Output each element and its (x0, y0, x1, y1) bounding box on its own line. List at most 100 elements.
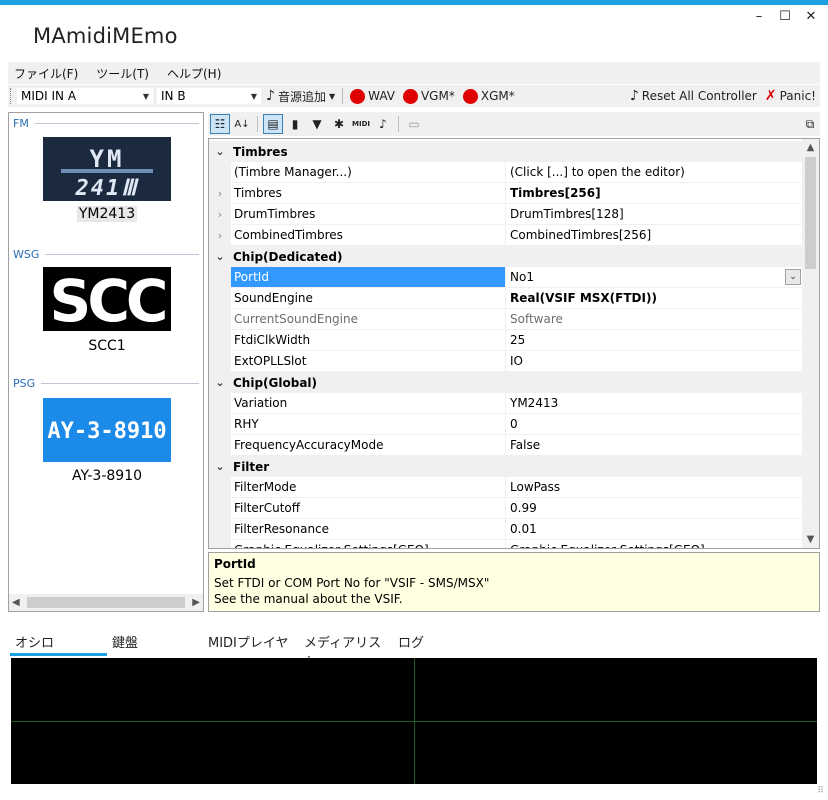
property-name[interactable]: FrequencyAccuracyMode (231, 435, 506, 456)
property-name[interactable]: CurrentSoundEngine (231, 309, 506, 330)
property-value[interactable]: Graphic Equalizer Settings[GEQ] (506, 540, 803, 548)
record-vgm-button[interactable]: VGM* (399, 86, 459, 106)
property-value[interactable]: Software (506, 309, 803, 330)
expand-icon[interactable]: › (209, 183, 231, 204)
property-row[interactable]: SoundEngine Real(VSIF MSX(FTDI)) (209, 288, 803, 309)
property-name[interactable]: ExtOPLLSlot (231, 351, 506, 372)
alphabetical-button[interactable]: A↓ (232, 114, 252, 134)
collapse-icon[interactable]: ⌄ (209, 246, 231, 267)
chevron-down-icon[interactable]: ⌄ (785, 269, 801, 285)
tab-log[interactable]: ログ (393, 628, 453, 656)
property-row[interactable]: FtdiClkWidth 25 (209, 330, 803, 351)
menu-tools[interactable]: ツール(T) (96, 65, 149, 82)
property-name[interactable]: FilterMode (231, 477, 506, 498)
scroll-down-icon[interactable]: ▼ (802, 531, 819, 548)
scroll-thumb[interactable] (805, 157, 816, 269)
property-name[interactable]: PortId (231, 267, 506, 288)
property-value[interactable]: 0.99 (506, 498, 803, 519)
property-name[interactable]: Graphic Equalizer Settings[GEQ] (231, 540, 506, 548)
toolbar-grip[interactable] (10, 88, 13, 104)
midi-in-b-select[interactable]: IN B ▼ (156, 87, 262, 105)
reset-all-controller-button[interactable]: ♪ Reset All Controller (626, 86, 761, 106)
expand-icon[interactable]: › (209, 540, 231, 548)
scroll-right-icon[interactable]: ▶ (192, 597, 200, 608)
record-xgm-button[interactable]: XGM* (459, 86, 519, 106)
property-name[interactable]: FilterResonance (231, 519, 506, 540)
midi-button[interactable]: MIDI (351, 114, 371, 134)
property-row[interactable]: CurrentSoundEngine Software (209, 309, 803, 330)
minimize-button[interactable]: – (748, 8, 770, 24)
property-grid-vscrollbar[interactable]: ▲ ▼ (802, 139, 819, 548)
property-value[interactable]: (Click [...] to open the editor) (506, 162, 803, 183)
scroll-left-icon[interactable]: ◀ (12, 597, 20, 608)
property-value[interactable]: IO (506, 351, 803, 372)
filter-button[interactable]: ▼ (307, 114, 327, 134)
property-name[interactable]: DrumTimbres (231, 204, 506, 225)
property-value[interactable]: YM2413 (506, 393, 803, 414)
property-name[interactable]: FilterCutoff (231, 498, 506, 519)
property-row[interactable]: FilterCutoff 0.99 (209, 498, 803, 519)
categorized-button[interactable]: ☷ (210, 114, 230, 134)
property-value[interactable]: Real(VSIF MSX(FTDI)) (506, 288, 803, 309)
property-row[interactable]: RHY 0 (209, 414, 803, 435)
tab-midi-player[interactable]: MIDIプレイヤー (203, 628, 299, 670)
category-row[interactable]: ⌄ Timbres (209, 141, 803, 162)
property-row[interactable]: › CombinedTimbres CombinedTimbres[256] (209, 225, 803, 246)
note-button[interactable]: ♪ (373, 114, 393, 134)
scroll-thumb[interactable] (27, 597, 185, 608)
settings-button[interactable]: ✱ (329, 114, 349, 134)
tab-media-list[interactable]: メディアリスト (299, 628, 393, 670)
collapse-icon[interactable]: ⌄ (209, 456, 231, 477)
collapse-icon[interactable]: ⌄ (209, 141, 231, 162)
property-value[interactable]: LowPass (506, 477, 803, 498)
expand-icon[interactable]: › (209, 225, 231, 246)
category-row[interactable]: ⌄ Chip(Global) (209, 372, 803, 393)
close-button[interactable]: ✕ (800, 8, 822, 24)
chip-label-ay38910[interactable]: AY-3-8910 (9, 468, 203, 484)
chip-ym2413-logo[interactable]: YM 241Ⅲ (43, 137, 171, 201)
property-row[interactable]: ›Graphic Equalizer Settings[GEQ]Graphic … (209, 540, 803, 548)
property-name[interactable]: SoundEngine (231, 288, 506, 309)
tab-oscilloscope[interactable]: オシロ (10, 628, 107, 656)
property-name[interactable]: Variation (231, 393, 506, 414)
midi-in-a-select[interactable]: MIDI IN A ▼ (16, 87, 154, 105)
device-button[interactable]: ▮ (285, 114, 305, 134)
property-name[interactable]: Timbres (231, 183, 506, 204)
pages-button[interactable]: ▭ (404, 114, 424, 134)
property-row[interactable]: FrequencyAccuracyMode False (209, 435, 803, 456)
category-row[interactable]: ⌄ Chip(Dedicated) (209, 246, 803, 267)
property-row[interactable]: ExtOPLLSlot IO (209, 351, 803, 372)
menu-help[interactable]: ヘルプ(H) (167, 65, 221, 82)
properties-button[interactable]: ▤ (263, 114, 283, 134)
property-value[interactable]: No1 ⌄ (506, 267, 803, 288)
property-value[interactable]: 0 (506, 414, 803, 435)
scroll-up-icon[interactable]: ▲ (802, 139, 819, 156)
chip-ay38910-logo[interactable]: AY-3-8910 (43, 398, 171, 462)
category-row[interactable]: ⌄ Filter (209, 456, 803, 477)
chip-scc-logo[interactable]: SCC (43, 267, 171, 331)
property-value[interactable]: CombinedTimbres[256] (506, 225, 803, 246)
property-row[interactable]: › DrumTimbres DrumTimbres[128] (209, 204, 803, 225)
popout-button[interactable]: ⧉ (800, 114, 820, 134)
record-wav-button[interactable]: WAV (346, 86, 399, 106)
add-chip-button[interactable]: ♪ 音源追加 ▼ (262, 86, 339, 106)
resize-grip-icon[interactable]: ⠿ (817, 786, 824, 796)
property-name[interactable]: FtdiClkWidth (231, 330, 506, 351)
property-name[interactable]: RHY (231, 414, 506, 435)
property-value[interactable]: False (506, 435, 803, 456)
property-value[interactable]: Timbres[256] (506, 183, 803, 204)
collapse-icon[interactable]: ⌄ (209, 372, 231, 393)
property-row[interactable]: › Timbres Timbres[256] (209, 183, 803, 204)
chip-label-scc1[interactable]: SCC1 (9, 338, 203, 354)
tab-keyboard[interactable]: 鍵盤 (107, 628, 203, 656)
property-row[interactable]: PortId No1 ⌄ (209, 267, 803, 288)
expand-icon[interactable]: › (209, 204, 231, 225)
property-row[interactable]: (Timbre Manager...) (Click [...] to open … (209, 162, 803, 183)
property-value[interactable]: 0.01 (506, 519, 803, 540)
menu-file[interactable]: ファイル(F) (14, 65, 78, 82)
property-name[interactable]: (Timbre Manager...) (231, 162, 506, 183)
property-row[interactable]: Variation YM2413 (209, 393, 803, 414)
chip-list-hscrollbar[interactable]: ◀ ▶ (9, 594, 203, 611)
property-value[interactable]: DrumTimbres[128] (506, 204, 803, 225)
property-name[interactable]: CombinedTimbres (231, 225, 506, 246)
